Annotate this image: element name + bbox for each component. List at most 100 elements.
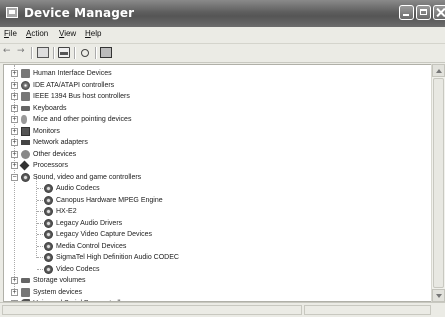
tree-category-label[interactable]: Mice and other pointing devices [33, 114, 131, 125]
tree-category[interactable]: + Network adapters [4, 137, 424, 148]
device-manager-window: Device Manager File Action View Help ← →… [0, 0, 445, 317]
sound-device-icon [44, 230, 53, 239]
expand-toggle[interactable]: + [11, 93, 18, 100]
tree-category-label[interactable]: IDE ATA/ATAPI controllers [33, 80, 114, 91]
tree-connector-line [37, 222, 43, 224]
tree-device-label[interactable]: Media Control Devices [56, 241, 126, 252]
title-bar[interactable]: Device Manager [0, 0, 445, 27]
tree-device-item[interactable]: Canopus Hardware MPEG Engine [4, 195, 424, 206]
tree-category[interactable]: + Other devices [4, 149, 424, 160]
menu-bar: File Action View Help [0, 27, 445, 44]
tree-category-label[interactable]: Monitors [33, 126, 60, 137]
tree-category[interactable]: + IDE ATA/ATAPI controllers [4, 80, 424, 91]
tree-category-label[interactable]: Storage volumes [33, 275, 86, 286]
tree-device-item[interactable]: Audio Codecs [4, 183, 424, 194]
tree-connector-line [37, 199, 43, 201]
tree-category-label[interactable]: Keyboards [33, 103, 66, 114]
tree-category[interactable]: + IEEE 1394 Bus host controllers [4, 91, 424, 102]
tree-category-label[interactable]: Processors [33, 160, 68, 171]
tree-connector-line [37, 245, 43, 247]
close-button[interactable] [433, 5, 445, 20]
toolbar-separator [53, 47, 55, 59]
tree-device-item[interactable]: Media Control Devices [4, 241, 424, 252]
tree-device-label[interactable]: Legacy Audio Drivers [56, 218, 122, 229]
tree-device-label[interactable]: Video Codecs [56, 264, 99, 275]
vertical-scrollbar[interactable] [431, 64, 445, 302]
menu-action[interactable]: Action [26, 29, 48, 38]
forward-arrow-icon[interactable]: → [17, 46, 29, 57]
tree-category-label[interactable]: System devices [33, 287, 82, 298]
tree-connector-line [37, 268, 43, 270]
expand-toggle[interactable]: + [11, 162, 18, 169]
minimize-button[interactable] [399, 5, 414, 20]
tree-device-item[interactable]: SigmaTel High Definition Audio CODEC [4, 252, 424, 263]
tree-device-item[interactable]: Legacy Audio Drivers [4, 218, 424, 229]
menu-view[interactable]: View [59, 29, 76, 38]
tree-category-label[interactable]: Human Interface Devices [33, 68, 112, 79]
tree-category-label[interactable]: IEEE 1394 Bus host controllers [33, 91, 130, 102]
tree-device-label[interactable]: Canopus Hardware MPEG Engine [56, 195, 163, 206]
device-manager-icon [6, 7, 18, 18]
tree-connector-line [37, 257, 43, 258]
tree-category[interactable]: + Processors [4, 160, 424, 171]
device-tree[interactable]: + Human Interface Devices + IDE ATA/ATAPI c… [3, 64, 432, 302]
processor-icon [19, 160, 30, 171]
expand-toggle[interactable]: + [11, 116, 18, 123]
print-icon[interactable] [58, 47, 70, 58]
tree-connector-line [37, 211, 43, 212]
tree-category-label[interactable]: Network adapters [33, 137, 88, 148]
tree-category[interactable]: + Monitors [4, 126, 424, 137]
tree-connector-line [37, 234, 43, 235]
status-pane [304, 305, 431, 315]
tree-device-label[interactable]: HX-E2 [56, 206, 77, 217]
menu-help[interactable]: Help [85, 29, 101, 38]
sound-device-icon [44, 195, 53, 205]
tree-category-label[interactable]: Sound, video and game controllers [33, 172, 141, 183]
tree-category[interactable]: + Mice and other pointing devices [4, 114, 424, 125]
monitor-icon [21, 126, 30, 136]
tree-device-label[interactable]: Audio Codecs [56, 183, 100, 194]
tree-category-label[interactable]: Other devices [33, 149, 76, 160]
sound-device-icon [44, 184, 53, 193]
expand-toggle[interactable]: + [11, 139, 18, 146]
mouse-icon [21, 115, 27, 124]
expand-toggle[interactable]: + [11, 277, 18, 284]
scan-hardware-changes-icon[interactable] [100, 47, 112, 58]
expand-toggle[interactable]: + [11, 70, 18, 77]
tree-category[interactable]: − Sound, video and game controllers [4, 172, 424, 183]
tree-device-item[interactable]: Legacy Video Capture Devices [4, 229, 424, 240]
sound-device-icon [44, 207, 53, 216]
expand-toggle[interactable]: + [11, 127, 18, 135]
show-hide-console-tree-icon[interactable] [37, 47, 49, 58]
scroll-thumb[interactable] [433, 78, 444, 288]
properties-icon[interactable] [79, 47, 91, 58]
toolbar-separator [95, 47, 97, 59]
tree-category[interactable]: + Human Interface Devices [4, 68, 424, 79]
tree-device-item[interactable]: Video Codecs [4, 264, 424, 275]
menu-file[interactable]: File [4, 29, 17, 38]
expand-toggle[interactable]: + [11, 288, 18, 296]
collapse-toggle[interactable]: − [11, 173, 18, 181]
tree-device-label[interactable]: Legacy Video Capture Devices [56, 229, 152, 240]
sound-device-icon [44, 253, 53, 262]
tree-category[interactable]: + Storage volumes [4, 275, 424, 286]
scroll-up-button[interactable] [432, 64, 445, 77]
scroll-down-button[interactable] [432, 289, 445, 302]
sound-device-icon [44, 218, 53, 228]
toolbar: ← → [0, 44, 445, 63]
toolbar-separator [74, 47, 76, 59]
expand-toggle[interactable]: + [11, 104, 18, 112]
tree-device-label[interactable]: SigmaTel High Definition Audio CODEC [56, 252, 179, 263]
back-arrow-icon[interactable]: ← [3, 46, 15, 57]
tree-device-item[interactable]: HX-E2 [4, 206, 424, 217]
ieee1394-icon [21, 92, 30, 101]
network-icon [21, 140, 30, 145]
expand-toggle[interactable]: + [11, 150, 18, 158]
sound-device-icon [44, 241, 53, 251]
expand-toggle[interactable]: + [11, 81, 18, 89]
tree-category[interactable]: + System devices [4, 287, 424, 298]
toolbar-separator [31, 47, 33, 59]
tree-category[interactable]: + Keyboards [4, 103, 424, 114]
maximize-button[interactable] [416, 5, 431, 20]
storage-icon [21, 278, 30, 283]
